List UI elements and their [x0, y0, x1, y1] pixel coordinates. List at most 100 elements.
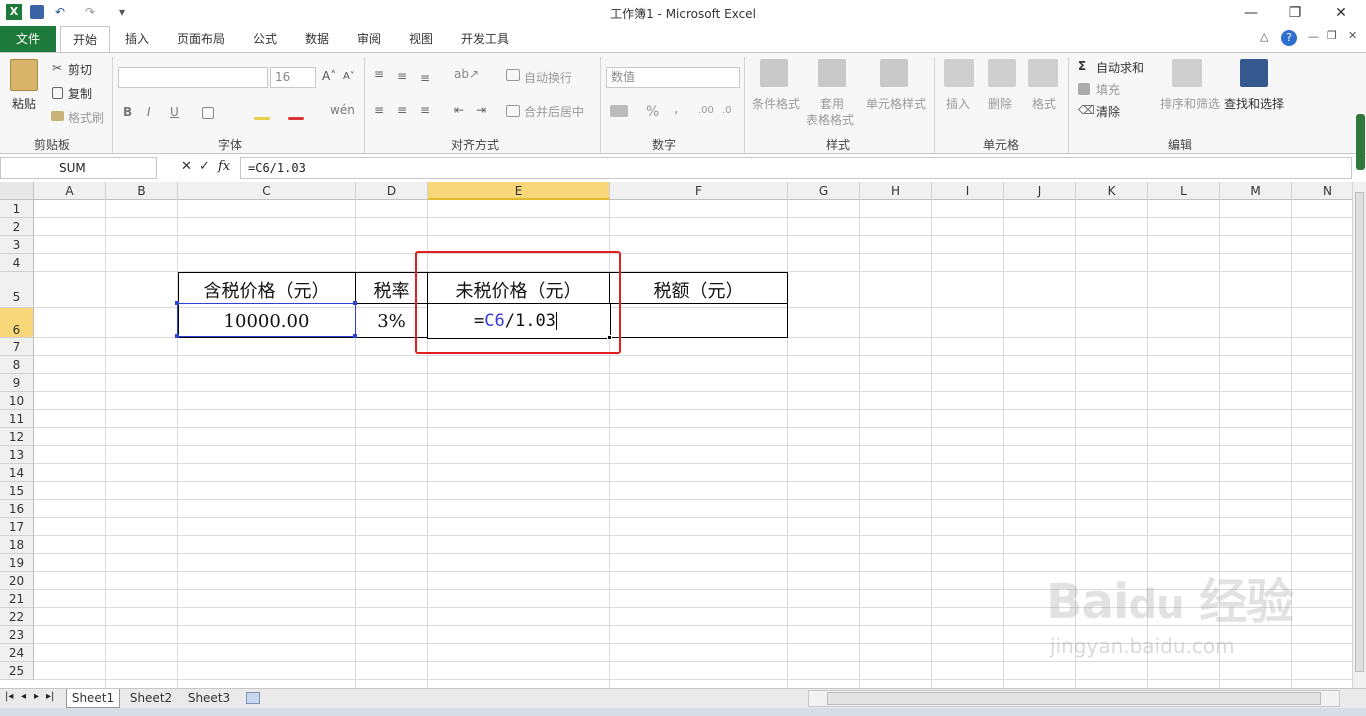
enter-icon[interactable]: ✓: [199, 159, 210, 174]
align-right-icon[interactable]: ≡: [420, 103, 430, 117]
tab-developer[interactable]: 开发工具: [452, 26, 518, 52]
border-icon[interactable]: [202, 107, 214, 119]
column-header-l[interactable]: L: [1148, 182, 1220, 200]
minimize-icon[interactable]: —: [1234, 2, 1268, 24]
italic-button[interactable]: I: [147, 105, 151, 119]
column-header-k[interactable]: K: [1076, 182, 1148, 200]
scroll-thumb[interactable]: [1355, 192, 1364, 672]
align-bottom-icon[interactable]: ≡: [420, 71, 430, 85]
column-header-g[interactable]: G: [788, 182, 860, 200]
align-left-icon[interactable]: ≡: [374, 103, 384, 117]
decrease-indent-icon[interactable]: ⇤: [454, 103, 464, 117]
cancel-icon[interactable]: ✕: [181, 159, 192, 174]
column-header-a[interactable]: A: [34, 182, 106, 200]
font-name-combo[interactable]: [118, 67, 268, 88]
autosum-button[interactable]: 自动求和: [1096, 59, 1144, 76]
row-header-8[interactable]: 8: [0, 356, 34, 374]
align-top-icon[interactable]: ≡: [374, 67, 384, 81]
help-icon[interactable]: ?: [1281, 30, 1297, 46]
cell-styles-button[interactable]: 单元格样式: [866, 95, 926, 112]
column-header-i[interactable]: I: [932, 182, 1004, 200]
sheet-tab-1[interactable]: Sheet1: [66, 689, 120, 708]
underline-button[interactable]: U: [170, 105, 179, 119]
row-header-1[interactable]: 1: [0, 200, 34, 218]
shrink-font-icon[interactable]: A˅: [343, 71, 355, 82]
row-header-9[interactable]: 9: [0, 374, 34, 392]
header-tax-inclusive[interactable]: 含税价格（元）: [178, 277, 355, 303]
font-size-combo[interactable]: 16: [270, 67, 316, 88]
wrap-text-button[interactable]: 自动换行: [524, 69, 572, 86]
row-header-6[interactable]: 6: [0, 308, 34, 338]
row-header-21[interactable]: 21: [0, 590, 34, 608]
row-header-15[interactable]: 15: [0, 482, 34, 500]
doc-restore-icon[interactable]: ❐: [1327, 29, 1337, 42]
find-select-button[interactable]: 查找和选择: [1224, 95, 1284, 112]
horizontal-scrollbar[interactable]: [808, 690, 1340, 707]
row-header-19[interactable]: 19: [0, 554, 34, 572]
tab-file[interactable]: 文件: [0, 26, 56, 52]
copy-button[interactable]: 复制: [68, 85, 92, 102]
tab-home[interactable]: 开始: [60, 26, 110, 53]
column-header-j[interactable]: J: [1004, 182, 1076, 200]
column-header-d[interactable]: D: [356, 182, 428, 200]
tab-view[interactable]: 视图: [398, 26, 444, 52]
accounting-icon[interactable]: [610, 105, 628, 117]
formula-input[interactable]: =C6/1.03: [240, 157, 1352, 179]
column-header-m[interactable]: M: [1220, 182, 1292, 200]
align-center-icon[interactable]: ≡: [397, 103, 407, 117]
last-sheet-icon[interactable]: ▸|: [46, 691, 54, 702]
tab-data[interactable]: 数据: [294, 26, 340, 52]
number-format-combo[interactable]: 数值: [606, 67, 740, 88]
conditional-format-button[interactable]: 条件格式: [752, 95, 800, 112]
row-header-3[interactable]: 3: [0, 236, 34, 254]
row-header-5[interactable]: 5: [0, 272, 34, 308]
row-header-20[interactable]: 20: [0, 572, 34, 590]
row-header-10[interactable]: 10: [0, 392, 34, 410]
first-sheet-icon[interactable]: |◂: [5, 691, 13, 702]
paste-button[interactable]: 粘贴: [12, 95, 36, 112]
doc-close-icon[interactable]: ✕: [1348, 29, 1357, 42]
header-tax-amount[interactable]: 税额（元）: [610, 277, 787, 303]
row-header-2[interactable]: 2: [0, 218, 34, 236]
doc-min-icon[interactable]: —: [1308, 30, 1319, 43]
format-as-table-line2[interactable]: 表格格式: [806, 111, 854, 128]
column-header-f[interactable]: F: [610, 182, 788, 200]
phonetic-icon[interactable]: wén: [330, 103, 355, 117]
insert-function-button[interactable]: fx: [218, 159, 230, 174]
format-as-table-line1[interactable]: 套用: [820, 95, 844, 112]
ribbon-collapse-icon[interactable]: △: [1260, 30, 1268, 43]
row-header-14[interactable]: 14: [0, 464, 34, 482]
fill-button[interactable]: 填充: [1096, 81, 1120, 98]
close-icon[interactable]: ✕: [1324, 2, 1358, 24]
column-header-h[interactable]: H: [860, 182, 932, 200]
row-header-23[interactable]: 23: [0, 626, 34, 644]
format-painter-button[interactable]: 格式刷: [68, 109, 104, 126]
row-header-7[interactable]: 7: [0, 338, 34, 356]
row-header-18[interactable]: 18: [0, 536, 34, 554]
fill-color-icon[interactable]: [254, 117, 270, 120]
font-color-icon[interactable]: [288, 117, 304, 120]
ribbon-scroll-thumb[interactable]: [1356, 114, 1365, 170]
restore-icon[interactable]: ❐: [1278, 2, 1312, 24]
align-middle-icon[interactable]: ≡: [397, 69, 407, 83]
increase-indent-icon[interactable]: ⇥: [476, 103, 486, 117]
clear-button[interactable]: 清除: [1096, 103, 1120, 120]
vertical-scrollbar[interactable]: [1352, 182, 1366, 688]
row-header-12[interactable]: 12: [0, 428, 34, 446]
insert-cells-button[interactable]: 插入: [946, 95, 970, 112]
select-all-corner[interactable]: [0, 182, 34, 200]
paste-icon[interactable]: [10, 59, 38, 91]
delete-cells-button[interactable]: 删除: [988, 95, 1012, 112]
format-cells-button[interactable]: 格式: [1032, 95, 1056, 112]
comma-button[interactable]: ,: [674, 101, 678, 117]
row-header-16[interactable]: 16: [0, 500, 34, 518]
row-header-13[interactable]: 13: [0, 446, 34, 464]
row-header-4[interactable]: 4: [0, 254, 34, 272]
sheet-tab-2[interactable]: Sheet2: [124, 689, 178, 708]
row-header-17[interactable]: 17: [0, 518, 34, 536]
increase-decimal-icon[interactable]: .00: [698, 105, 714, 116]
h-scroll-thumb[interactable]: [827, 692, 1321, 705]
percent-button[interactable]: %: [646, 104, 659, 120]
row-header-24[interactable]: 24: [0, 644, 34, 662]
cut-button[interactable]: 剪切: [68, 61, 92, 78]
